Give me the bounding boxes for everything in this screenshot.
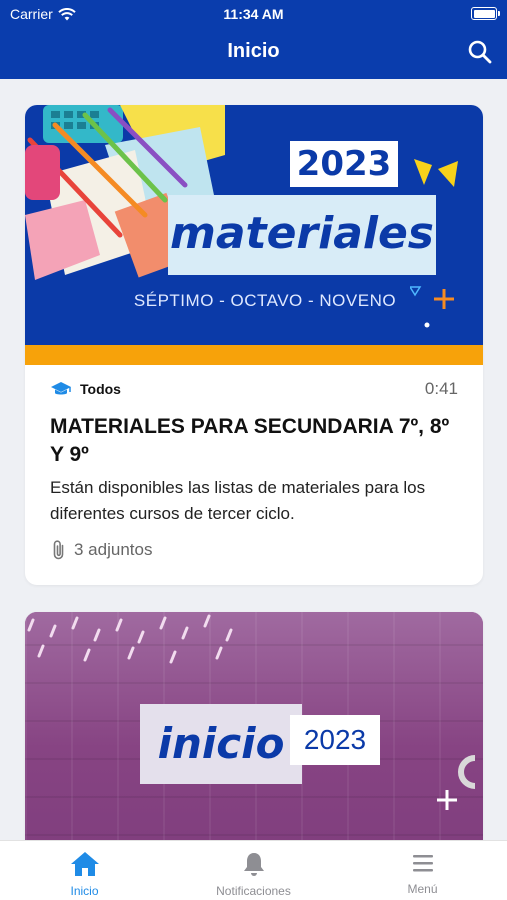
tab-label: Menú <box>407 882 438 896</box>
status-bar: Carrier 11:34 AM <box>0 0 507 28</box>
tab-notificaciones[interactable]: Notificaciones <box>169 841 338 900</box>
page-title: Inicio <box>227 40 280 62</box>
banner-year: 2023 <box>290 141 398 187</box>
audience-label: Todos <box>80 381 121 397</box>
status-time: 11:34 AM <box>223 6 284 22</box>
tab-inicio[interactable]: Inicio <box>0 841 169 900</box>
banner-headline: materiales <box>168 195 436 275</box>
banner-grades: SÉPTIMO - OCTAVO - NOVENO <box>133 291 397 310</box>
post-banner-image: 2023 materiales SÉPTIMO - OCTAVO - NOVEN… <box>25 105 483 345</box>
tab-bar: Inicio Notificaciones Menú <box>0 840 507 900</box>
banner-stripe <box>25 345 483 365</box>
tab-label: Inicio <box>70 884 99 898</box>
post-meta: Todos 0:41 <box>50 377 458 401</box>
plus-decoration <box>437 755 475 810</box>
attachments-count: 3 adjuntos <box>74 540 153 559</box>
tab-label: Notificaciones <box>216 884 291 898</box>
menu-icon <box>412 855 433 872</box>
graduation-cap-icon <box>51 382 71 395</box>
bell-icon <box>243 853 264 876</box>
post-title[interactable]: MATERIALES PARA SECUNDARIA 7º, 8º Y 9º <box>50 413 460 469</box>
rain-decoration <box>27 614 233 664</box>
post-attachments[interactable]: 3 adjuntos <box>50 539 152 561</box>
banner-year: 2023 <box>290 715 380 765</box>
tab-menu[interactable]: Menú <box>338 841 507 900</box>
plus-decoration <box>410 286 454 328</box>
post-time: 0:41 <box>424 379 458 398</box>
battery-icon <box>471 7 500 20</box>
home-icon <box>70 852 99 876</box>
banner-headline: inicio <box>140 704 302 784</box>
post-audience: Todos <box>50 381 121 397</box>
post-card[interactable]: 2023 materiales SÉPTIMO - OCTAVO - NOVEN… <box>25 105 483 585</box>
app-header: Carrier 11:34 AM Inicio <box>0 0 507 79</box>
post-description: Están disponibles las listas de material… <box>50 478 426 523</box>
paperclip-icon <box>53 540 64 560</box>
search-icon <box>468 40 492 64</box>
search-button[interactable] <box>467 39 493 65</box>
